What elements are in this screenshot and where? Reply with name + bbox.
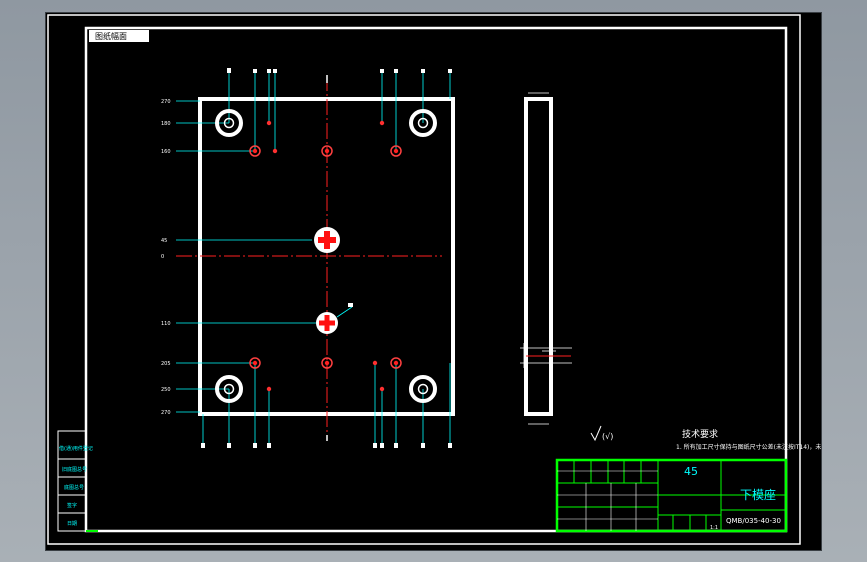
strip-label-4: 签字 [67,502,77,509]
scale-value: 1:1 [710,525,718,531]
dimension-label: 0 [161,254,164,260]
drawing-number: QMB/035-40-30 [726,517,781,525]
strip-label-5: 日期 [67,521,77,527]
left-dimension-labels: 270 180 160 45 0 110 205 250 270 [161,99,171,416]
tech-requirements-title: 技术要求 [682,428,718,440]
part-name: 下模座 [740,487,776,502]
dimension-label: 180 [161,121,171,127]
blanking-hole-lower [316,312,338,334]
inner-border [84,26,788,533]
strip-label-3: 底图总号 [64,484,84,491]
material-value: 45 [684,465,698,478]
dimension-label: 270 [161,99,171,105]
dimension-label: 205 [161,361,171,367]
cad-drawing: 图纸幅面 270180160450110205250270 (√) 技术要求 1… [47,14,821,545]
surface-finish-text: (√) [602,432,613,441]
title-block: 45 下模座 QMB/035-40-30 1:1 [555,458,788,533]
pin-hole [266,120,272,126]
dimension-label: 160 [161,149,171,155]
surface-finish-symbol: (√) [590,425,613,442]
blanking-hole-upper [314,227,340,253]
tech-requirements-line1: 1. 所有加工尺寸保持与图纸尺寸公差(未注按IT14)，未注圆角R0.5去毛刺。 [676,443,821,451]
side-view-outline [524,97,553,416]
pin-hole [372,360,378,366]
dimension-label: 270 [161,410,171,416]
dimension-label: 45 [161,238,167,244]
pin-hole [379,386,385,392]
drawing-sheet: 图纸幅面 270 180 160 45 0 110 205 250 270 (√… [46,13,821,550]
pin-hole [266,386,272,392]
left-label-strip: 借(通)用件登记 旧底图总号 底图总号 签字 日期 [57,430,98,532]
pin-hole [379,120,385,126]
strip-label-1: 借(通)用件登记 [59,445,93,452]
dimension-label: 250 [161,387,171,393]
sheet-tab-label: 图纸幅面 [95,31,127,41]
dimension-label: 110 [161,321,171,327]
pin-hole [272,148,278,154]
strip-label-2: 旧底图总号 [62,466,87,473]
